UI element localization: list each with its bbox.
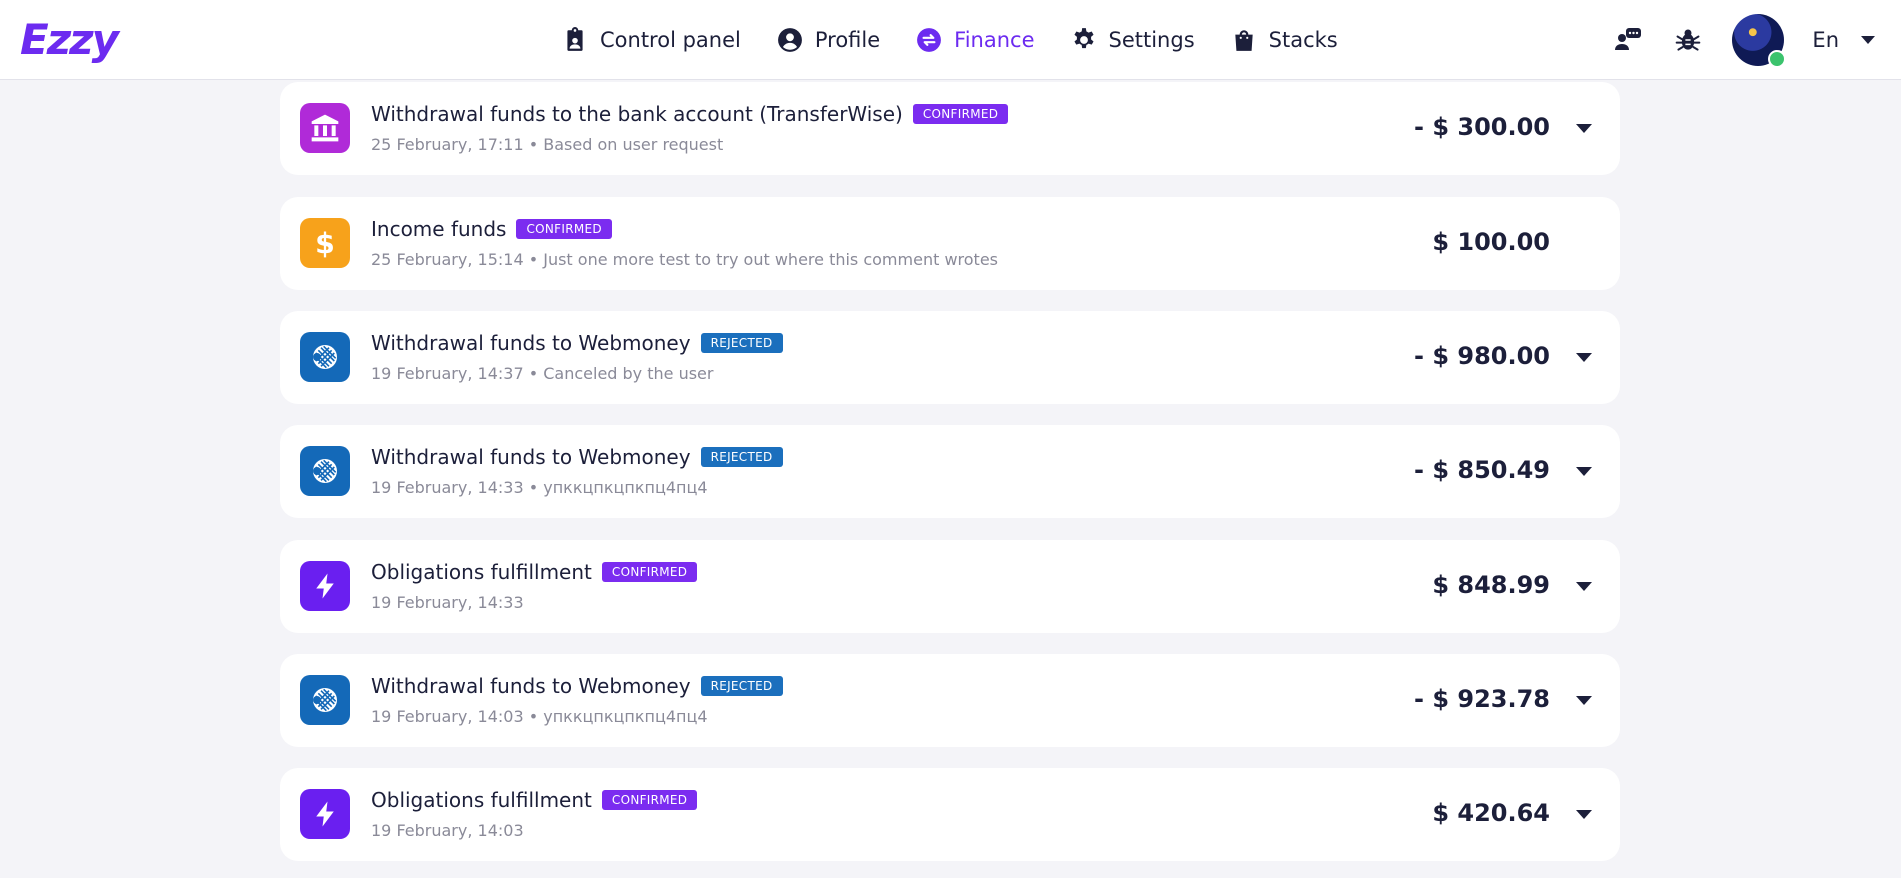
nav-label: Finance [954, 28, 1035, 52]
transaction-amount: - $ 850.49 [1414, 456, 1550, 484]
language-selector[interactable]: En [1812, 28, 1875, 52]
transaction-title-line: Obligations fulfillment CONFIRMED [371, 560, 698, 584]
nav-settings[interactable]: Settings [1071, 27, 1195, 53]
transaction-meta: 19 February, 14:33 • упккцпкцпкпц4пц4 [371, 478, 708, 497]
transaction-title: Obligations fulfillment [371, 560, 592, 584]
nav-stacks[interactable]: Stacks [1231, 27, 1338, 53]
transaction-row[interactable]: $ Income funds CONFIRMED 25 February, 15… [280, 197, 1620, 290]
transaction-amount: $ 100.00 [1432, 228, 1550, 256]
lightning-icon [300, 561, 350, 611]
webmoney-icon [300, 332, 350, 382]
transaction-title: Withdrawal funds to Webmoney [371, 445, 691, 469]
transaction-title: Income funds [371, 217, 507, 241]
transaction-title-line: Withdrawal funds to Webmoney REJECTED [371, 674, 783, 698]
nav-finance[interactable]: Finance [916, 27, 1035, 53]
status-badge: REJECTED [700, 333, 783, 353]
user-avatar[interactable] [1732, 14, 1787, 68]
dollar-icon: $ [300, 218, 350, 268]
transaction-row[interactable]: Withdrawal funds to the bank account (Tr… [280, 82, 1620, 175]
transaction-title: Withdrawal funds to the bank account (Tr… [371, 102, 903, 126]
transaction-meta: 19 February, 14:37 • Canceled by the use… [371, 364, 714, 383]
main-nav: Control panel Profile Finance Settings S… [562, 0, 1374, 80]
transaction-meta: 25 February, 15:14 • Just one more test … [371, 250, 998, 269]
nav-profile[interactable]: Profile [777, 27, 880, 53]
transaction-amount: - $ 980.00 [1414, 342, 1550, 370]
svg-text:$: $ [315, 227, 335, 260]
transaction-amount: - $ 923.78 [1414, 685, 1550, 713]
nav-label: Settings [1108, 28, 1195, 52]
online-status-dot [1768, 50, 1787, 68]
chevron-down-icon[interactable] [1576, 124, 1592, 133]
chevron-down-icon[interactable] [1576, 353, 1592, 362]
chevron-down-icon[interactable] [1576, 582, 1592, 591]
webmoney-icon [300, 675, 350, 725]
language-label: En [1812, 28, 1839, 52]
webmoney-icon [300, 446, 350, 496]
nav-label: Control panel [600, 28, 741, 52]
transaction-title-line: Obligations fulfillment CONFIRMED [371, 788, 698, 812]
nav-control-panel[interactable]: Control panel [562, 27, 741, 53]
status-badge: CONFIRMED [516, 219, 612, 239]
chevron-down-icon[interactable] [1576, 467, 1592, 476]
bug-icon[interactable] [1672, 24, 1704, 56]
bank-icon [300, 103, 350, 153]
transaction-title-line: Withdrawal funds to Webmoney REJECTED [371, 331, 783, 355]
transaction-title-line: Income funds CONFIRMED [371, 217, 612, 241]
transaction-meta: 25 February, 17:11 • Based on user reque… [371, 135, 724, 154]
transaction-amount: - $ 300.00 [1414, 113, 1550, 141]
user-circle-icon [777, 27, 803, 53]
transaction-row[interactable]: Obligations fulfillment CONFIRMED 19 Feb… [280, 768, 1620, 861]
clipboard-user-icon [562, 27, 588, 53]
transaction-meta: 19 February, 14:03 • упккцпкцпкпц4пц4 [371, 707, 708, 726]
top-navigation-bar: Ezzy Control panel Profile Finance Setti… [0, 0, 1901, 80]
chevron-down-icon[interactable] [1576, 810, 1592, 819]
transaction-row[interactable]: Obligations fulfillment CONFIRMED 19 Feb… [280, 540, 1620, 633]
lightning-icon [300, 789, 350, 839]
transaction-amount: $ 848.99 [1432, 571, 1550, 599]
header-tools: En [1612, 0, 1875, 80]
chevron-down-icon[interactable] [1576, 696, 1592, 705]
transaction-row[interactable]: Withdrawal funds to Webmoney REJECTED 19… [280, 311, 1620, 404]
status-badge: CONFIRMED [601, 790, 698, 810]
gear-icon [1071, 27, 1097, 53]
nav-label: Profile [814, 28, 881, 52]
exchange-circle-icon [916, 27, 942, 53]
transaction-title: Withdrawal funds to Webmoney [371, 674, 691, 698]
transaction-amount: $ 420.64 [1432, 799, 1550, 827]
transaction-row[interactable]: Withdrawal funds to Webmoney REJECTED 19… [280, 654, 1620, 747]
transaction-title-line: Withdrawal funds to the bank account (Tr… [371, 102, 1009, 126]
transaction-title-line: Withdrawal funds to Webmoney REJECTED [371, 445, 783, 469]
ezzy-logo[interactable]: Ezzy [20, 14, 119, 66]
status-badge: CONFIRMED [601, 562, 698, 582]
status-badge: CONFIRMED [912, 104, 1009, 124]
transaction-meta: 19 February, 14:33 [371, 593, 524, 612]
status-badge: REJECTED [700, 447, 783, 467]
transaction-title: Withdrawal funds to Webmoney [371, 331, 691, 355]
transaction-meta: 19 February, 14:03 [371, 821, 524, 840]
transaction-title: Obligations fulfillment [371, 788, 592, 812]
shopping-bag-icon [1231, 27, 1257, 53]
chevron-down-icon [1861, 36, 1875, 44]
transaction-row[interactable]: Withdrawal funds to Webmoney REJECTED 19… [280, 425, 1620, 518]
nav-label: Stacks [1268, 28, 1338, 52]
user-chat-icon[interactable] [1612, 24, 1644, 56]
status-badge: REJECTED [700, 676, 783, 696]
